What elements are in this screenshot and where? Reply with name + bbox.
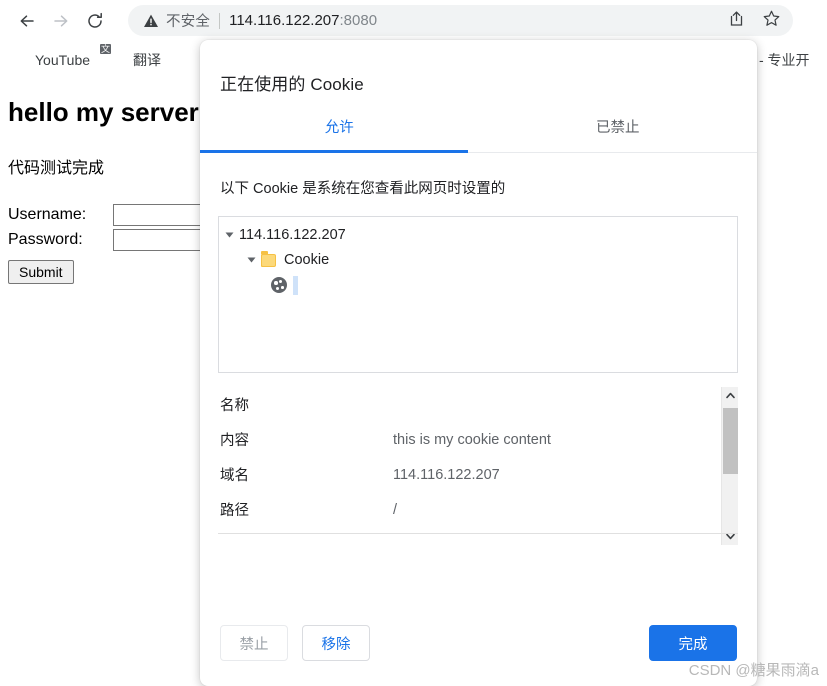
detail-row: 名称 — [218, 387, 707, 422]
tree-item-label: Cookie — [284, 252, 330, 268]
chevron-down-icon[interactable] — [722, 528, 738, 545]
bookmark-label: YouTube — [35, 52, 91, 68]
browser-toolbar: 不安全 114.116.122.207:8080 — [0, 0, 827, 41]
star-icon[interactable] — [762, 9, 781, 33]
active-tab-indicator — [200, 150, 468, 153]
url-text: 114.116.122.207:8080 — [229, 12, 377, 29]
detail-label: 路径 — [220, 503, 249, 519]
tab-label: 已禁止 — [596, 120, 640, 136]
scrollbar-track[interactable] — [722, 404, 738, 528]
tab-label: 允许 — [324, 120, 354, 136]
detail-rows: 名称 内容 this is my cookie content 域名 114.1… — [218, 387, 707, 527]
tree-item-label: 114.116.122.207 — [239, 227, 346, 243]
dialog-description: 以下 Cookie 是系统在您查看此网页时设置的 — [220, 181, 506, 197]
omnibox-divider — [219, 12, 221, 29]
cookie-detail-table: 名称 内容 this is my cookie content 域名 114.1… — [218, 387, 738, 547]
tree-item-site[interactable]: 114.116.122.207 — [219, 224, 737, 246]
detail-value: / — [393, 501, 398, 518]
detail-divider — [218, 533, 738, 534]
bookmark-clipped-label[interactable]: N - 专业开 — [745, 41, 827, 79]
youtube-icon — [12, 52, 28, 68]
detail-label: 域名 — [220, 468, 249, 484]
tab-allowed[interactable]: 允许 — [200, 117, 479, 152]
detail-scrollbar[interactable] — [721, 387, 738, 545]
bookmark-youtube[interactable]: YouTube — [4, 47, 98, 73]
reload-button[interactable] — [78, 4, 112, 38]
scrollbar-thumb[interactable] — [723, 408, 738, 474]
detail-row: 路径 / — [218, 492, 707, 527]
arrow-right-icon — [51, 11, 71, 31]
url-host: 114.116.122.207 — [229, 12, 340, 29]
username-label: Username: — [8, 206, 87, 223]
dialog-footer: 禁止 移除 完成 — [200, 600, 757, 686]
block-button[interactable]: 禁止 — [220, 625, 288, 661]
reload-icon — [85, 11, 105, 31]
share-icon[interactable] — [727, 9, 746, 33]
detail-value: this is my cookie content — [393, 431, 551, 448]
omnibox-actions — [727, 9, 793, 33]
back-button[interactable] — [10, 4, 44, 38]
detail-row: 域名 114.116.122.207 — [218, 457, 707, 492]
remove-button[interactable]: 移除 — [302, 625, 370, 661]
google-translate-icon — [110, 52, 126, 68]
tree-item-cookie-folder[interactable]: Cookie — [219, 249, 737, 271]
folder-icon — [261, 250, 276, 267]
password-label: Password: — [8, 231, 83, 248]
triangle-down-icon[interactable] — [225, 232, 234, 238]
cookie-tree[interactable]: 114.116.122.207 Cookie — [218, 216, 738, 373]
submit-button[interactable]: Submit — [8, 260, 74, 284]
tree-item-label — [293, 275, 298, 295]
address-bar[interactable]: 不安全 114.116.122.207:8080 — [128, 5, 793, 36]
cookies-in-use-dialog: 正在使用的 Cookie 允许 已禁止 以下 Cookie 是系统在您查看此网页… — [200, 40, 757, 686]
detail-row: 内容 this is my cookie content — [218, 422, 707, 457]
bookmark-label: 翻译 — [133, 52, 162, 68]
detail-label: 内容 — [220, 433, 249, 449]
arrow-left-icon — [17, 11, 37, 31]
security-warning-text: 不安全 — [166, 14, 211, 30]
chevron-up-icon[interactable] — [722, 387, 738, 404]
forward-button[interactable] — [44, 4, 78, 38]
detail-value: 114.116.122.207 — [393, 466, 500, 483]
dialog-tabs: 允许 已禁止 — [200, 117, 757, 153]
cookie-icon — [271, 277, 287, 293]
bookmark-translate[interactable]: 翻译 — [102, 47, 169, 73]
dialog-title: 正在使用的 Cookie — [220, 75, 364, 94]
detail-label: 名称 — [220, 398, 249, 414]
tree-item-cookie-entry[interactable] — [219, 274, 737, 296]
warning-triangle-icon — [143, 13, 159, 29]
tab-blocked[interactable]: 已禁止 — [479, 117, 758, 152]
done-button[interactable]: 完成 — [649, 625, 737, 661]
triangle-down-icon[interactable] — [247, 257, 256, 263]
url-port: :8080 — [339, 12, 378, 29]
